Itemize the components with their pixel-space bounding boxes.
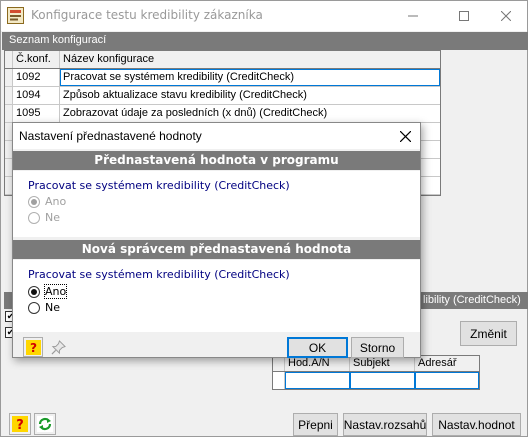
admin-default-panel: Pracovat se systémem kredibility (Credit… xyxy=(13,260,420,332)
radio-icon xyxy=(28,285,40,298)
admin-radio-yes[interactable]: Ano xyxy=(28,284,68,299)
table-row[interactable]: 1095 Zobrazovat údaje za posledních (x d… xyxy=(5,105,440,123)
pin-button[interactable] xyxy=(47,337,69,357)
admin-default-header: Nová správcem přednastavená hodnota xyxy=(13,240,420,259)
program-radio-no: Ne xyxy=(28,211,60,224)
refresh-icon xyxy=(37,416,53,432)
svg-text:?: ? xyxy=(29,341,36,355)
dialog-close-button[interactable] xyxy=(396,127,414,145)
close-icon xyxy=(501,11,511,21)
grid-header: Č.konf. Název konfigurace xyxy=(5,51,440,69)
column-header-id[interactable]: Č.konf. xyxy=(13,51,60,68)
column-header-name[interactable]: Název konfigurace xyxy=(60,51,440,68)
dialog-footer: ? OK Storno xyxy=(13,336,420,358)
value-settings-button[interactable]: Nastav.hodnot xyxy=(432,413,521,436)
list-section-header: Seznam konfigurací xyxy=(2,32,528,50)
detail-section-header: libility (CreditCheck) xyxy=(419,292,528,309)
refresh-button[interactable] xyxy=(34,413,56,435)
program-radio-yes: Ano xyxy=(28,195,66,208)
config-name: Způsob aktualizace stavu kredibility (Cr… xyxy=(63,89,307,101)
dialog-help-button[interactable]: ? xyxy=(23,337,43,357)
cancel-button[interactable]: Storno xyxy=(351,337,404,358)
table-row[interactable]: 1094 Způsob aktualizace stavu kredibilit… xyxy=(5,87,440,105)
app-icon xyxy=(7,7,24,24)
row-indicator xyxy=(5,87,13,104)
pin-icon xyxy=(51,339,66,354)
svg-text:?: ? xyxy=(16,418,24,432)
column-header-subject[interactable]: Subjekt xyxy=(350,356,415,371)
close-icon xyxy=(399,130,411,142)
config-id: 1094 xyxy=(13,87,60,104)
values-table: Hod.A/N Subjekt Adresář xyxy=(272,355,480,390)
program-default-panel: Pracovat se systémem kredibility (Credit… xyxy=(13,171,420,237)
admin-radio-no[interactable]: Ne xyxy=(28,301,60,314)
maximize-button[interactable] xyxy=(441,1,487,31)
config-name: Pracovat se systémem kredibility (Credit… xyxy=(60,69,440,86)
config-id: 1095 xyxy=(13,105,60,122)
range-settings-button[interactable]: Nastav.rozsahů xyxy=(343,413,427,436)
table-row[interactable] xyxy=(273,372,479,389)
program-default-label: Pracovat se systémem kredibility (Credit… xyxy=(28,179,290,192)
maximize-icon xyxy=(459,11,469,21)
radio-icon xyxy=(28,195,40,208)
radio-icon xyxy=(28,211,40,224)
radio-icon xyxy=(28,301,40,314)
values-table-header: Hod.A/N Subjekt Adresář xyxy=(273,356,479,372)
table-row[interactable]: 1092 Pracovat se systémem kredibility (C… xyxy=(5,69,440,87)
dialog-title: Nastavení přednastavené hodnoty xyxy=(19,129,202,143)
program-default-header: Přednastavená hodnota v programu xyxy=(13,151,420,170)
close-button[interactable] xyxy=(483,1,528,31)
column-header-directory[interactable]: Adresář xyxy=(415,356,479,371)
row-indicator xyxy=(5,69,13,86)
minimize-icon xyxy=(408,15,418,17)
title-bar: Konfigurace testu kredibility zákazníka xyxy=(1,1,527,31)
switch-button[interactable]: Přepni xyxy=(293,413,338,436)
row-indicator xyxy=(5,105,13,122)
column-header-value[interactable]: Hod.A/N xyxy=(285,356,350,371)
ok-button[interactable]: OK xyxy=(287,337,348,358)
help-button[interactable]: ? xyxy=(9,413,31,435)
help-icon: ? xyxy=(12,416,28,432)
help-icon: ? xyxy=(25,339,41,355)
default-value-dialog: Nastavení přednastavené hodnoty Přednast… xyxy=(12,122,421,358)
detail-section-header-left xyxy=(4,292,12,309)
config-name: Zobrazovat údaje za posledních (x dnů) (… xyxy=(63,107,328,119)
minimize-button[interactable] xyxy=(390,1,436,31)
window-title: Konfigurace testu kredibility zákazníka xyxy=(31,8,263,22)
admin-default-label: Pracovat se systémem kredibility (Credit… xyxy=(28,268,290,281)
config-id: 1092 xyxy=(13,69,60,86)
change-button[interactable]: Změnit xyxy=(460,321,517,346)
row-indicator-header xyxy=(5,51,13,68)
dialog-title-bar: Nastavení přednastavené hodnoty xyxy=(13,123,420,149)
